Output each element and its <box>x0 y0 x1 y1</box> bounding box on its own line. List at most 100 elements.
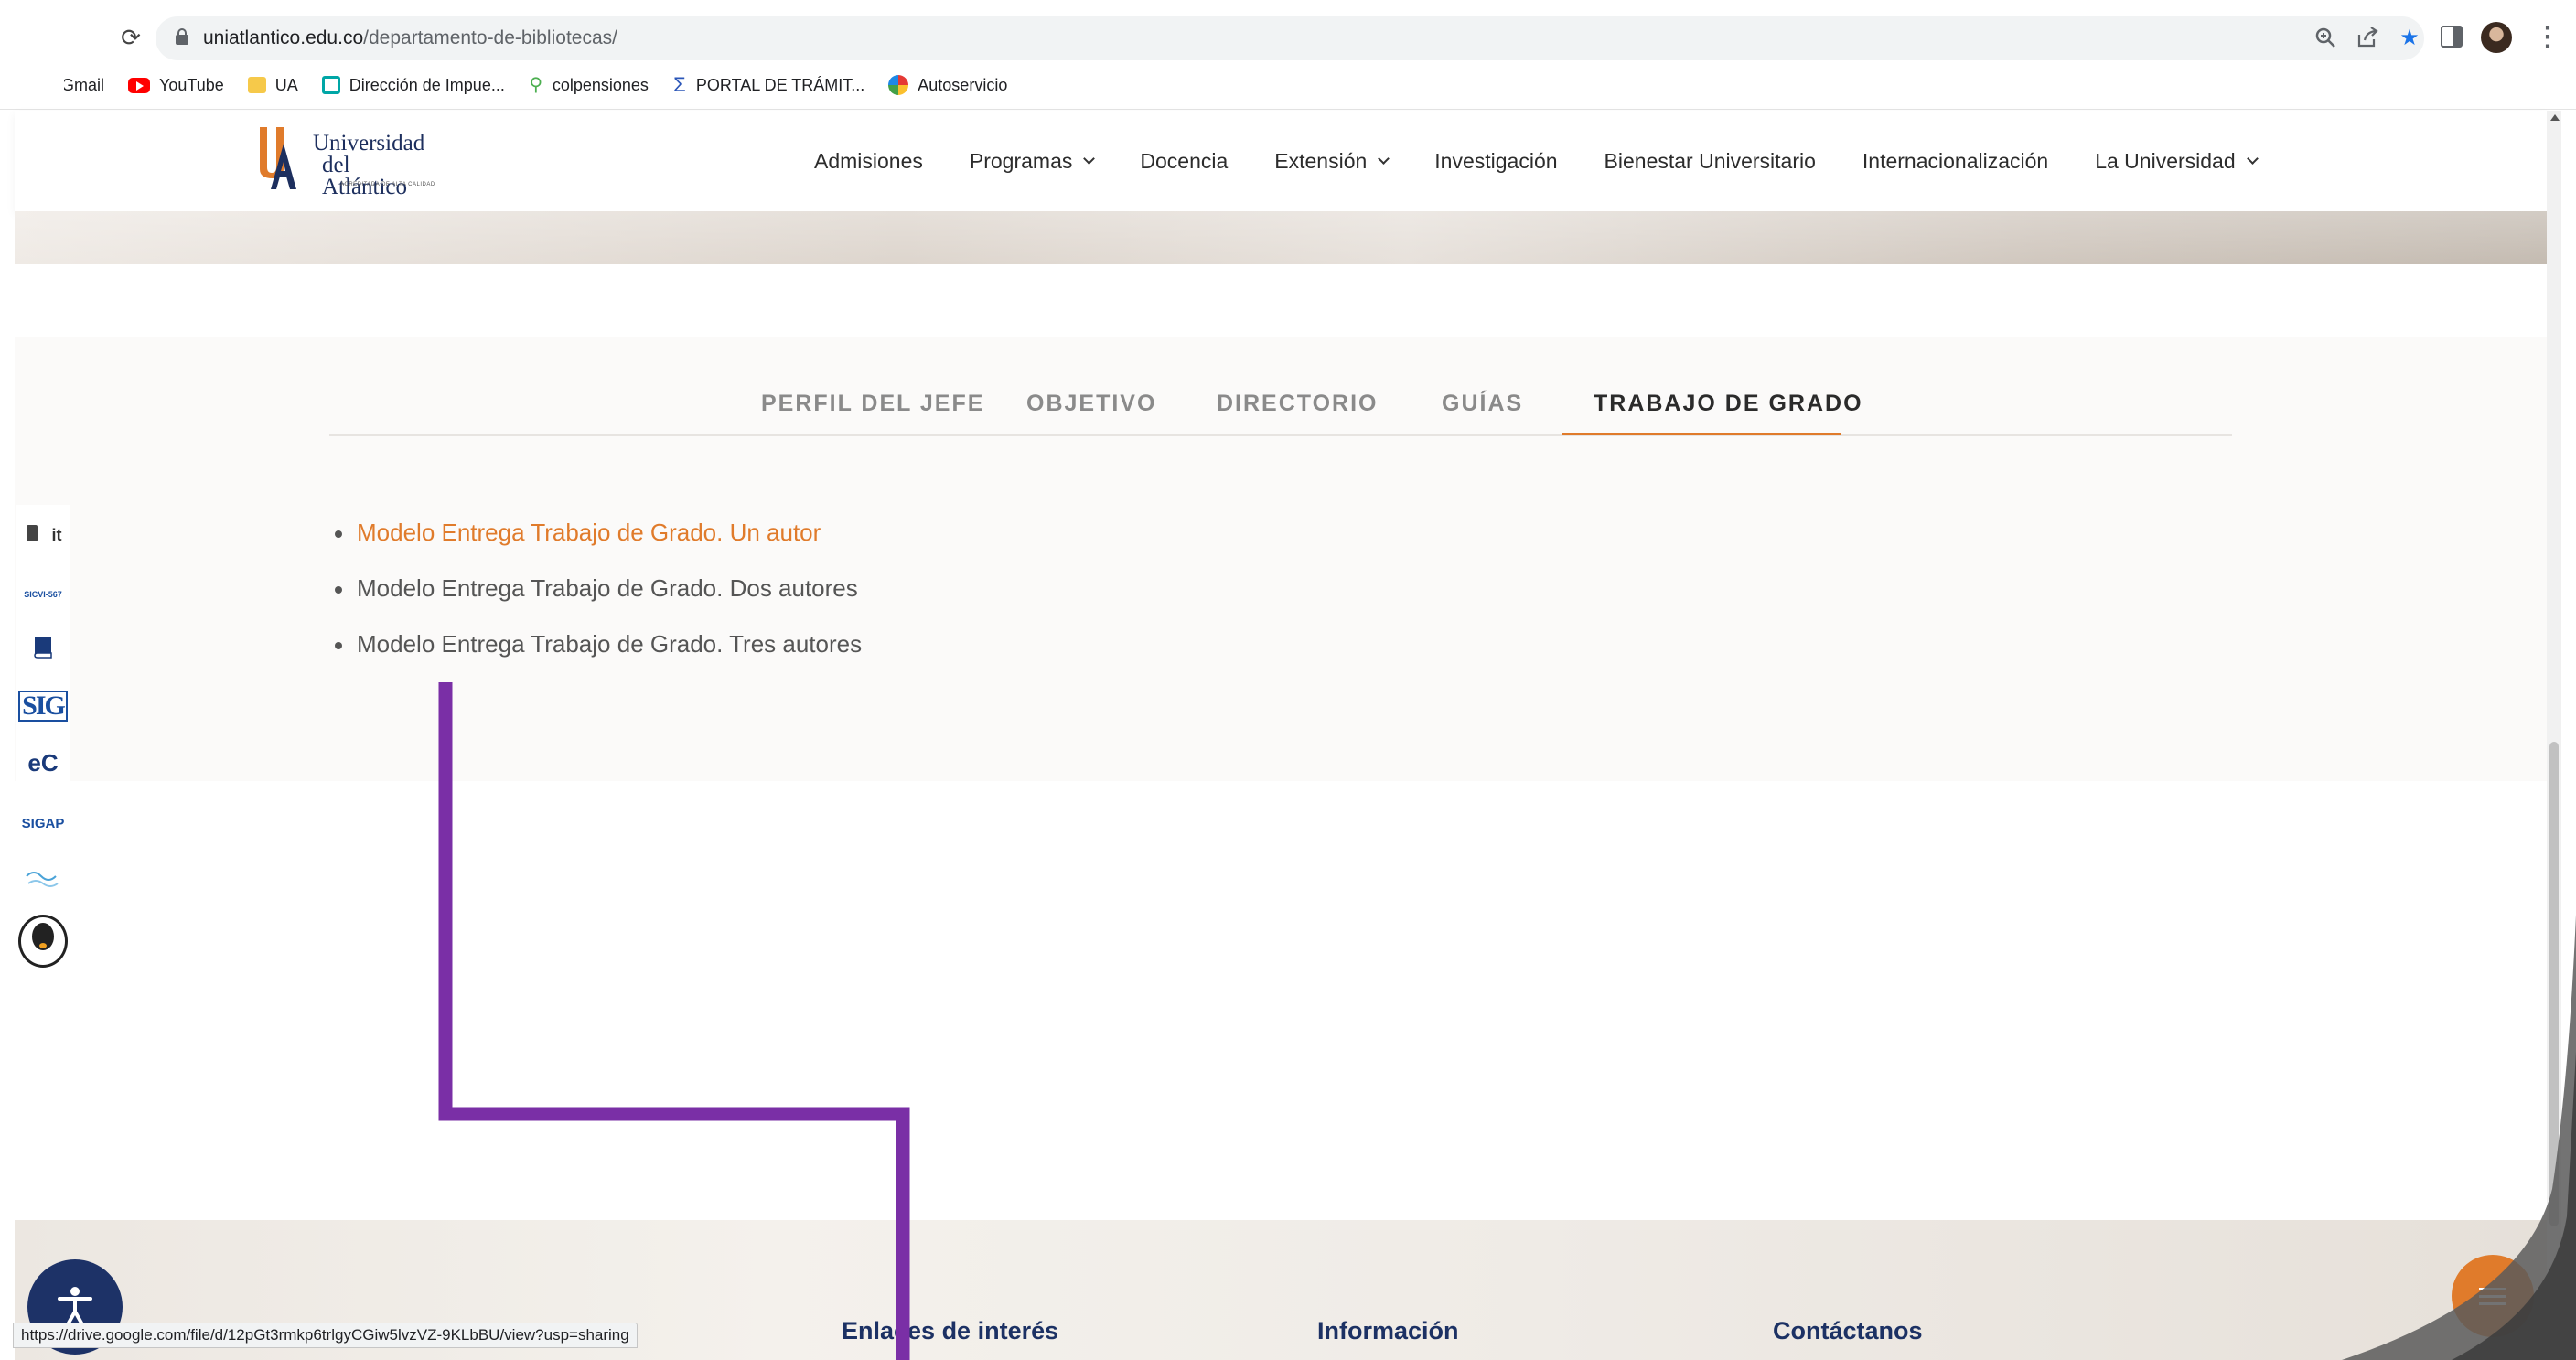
menu-lines-icon <box>2479 1294 2506 1298</box>
list-item: Modelo Entrega Trabajo de Grado. Un auto… <box>335 519 862 574</box>
bookmark-autoservicio[interactable]: Autoservicio <box>888 75 1007 95</box>
screenshot-root: ⟳ uniatlantico.edu.co/departamento-de-bi… <box>0 0 2576 1360</box>
side-panel-icon[interactable] <box>2441 26 2463 48</box>
nav-docencia[interactable]: Docencia <box>1140 149 1228 174</box>
moodle-icon[interactable]: it <box>22 505 64 565</box>
bookmark-gmail[interactable]: Gmail <box>64 76 104 95</box>
nav-label: La Universidad <box>2095 148 2236 173</box>
browser-toolbar: ⟳ uniatlantico.edu.co/departamento-de-bi… <box>0 0 2576 110</box>
sigma-icon: Σ <box>673 73 686 96</box>
penguin-icon[interactable] <box>18 915 68 968</box>
footer-heading-informacion: Información <box>1317 1317 1459 1344</box>
nav-bienestar[interactable]: Bienestar Universitario <box>1605 149 1816 174</box>
footer-heading-contactanos: Contáctanos <box>1773 1317 1923 1344</box>
side-icon-label: SIGAP <box>21 815 65 831</box>
bookmark-star-icon[interactable]: ★ <box>2397 26 2422 51</box>
sig-icon[interactable]: SIG <box>18 688 68 724</box>
chevron-down-icon <box>1083 153 1096 165</box>
bookmark-label: Autoservicio <box>918 75 1008 94</box>
scroll-up-arrow-icon[interactable] <box>2550 114 2560 121</box>
chat-button[interactable] <box>2452 1255 2534 1337</box>
bookmark-portal[interactable]: Σ PORTAL DE TRÁMIT... <box>672 75 864 95</box>
side-icon-label: SIG <box>18 691 68 722</box>
colpensiones-icon: ⚲ <box>529 75 543 95</box>
side-icon-label: eC <box>27 748 59 776</box>
list-item: Modelo Entrega Trabajo de Grado. Dos aut… <box>335 574 862 630</box>
nav-label: Extensión <box>1274 148 1368 173</box>
chevron-down-icon <box>1378 153 1390 165</box>
lock-icon[interactable] <box>176 28 188 45</box>
nav-admisiones[interactable]: Admisiones <box>814 149 923 174</box>
folder-icon <box>247 77 266 93</box>
sicvi-icon[interactable]: SICVI-567 <box>22 576 64 613</box>
document-link-tres-autores[interactable]: Modelo Entrega Trabajo de Grado. Tres au… <box>357 630 862 658</box>
bookmark-label: UA <box>274 75 298 94</box>
nav-internacionalizacion[interactable]: Internacionalización <box>1862 149 2048 174</box>
logo-line-1: Universidad <box>313 131 425 155</box>
scrollbar-thumb[interactable] <box>2549 742 2559 1226</box>
bookmark-colpensiones[interactable]: ⚲ colpensiones <box>529 75 649 95</box>
side-icon-label: SICVI-567 <box>24 590 62 599</box>
nav-label: Investigación <box>1434 148 1558 173</box>
book-icon[interactable] <box>22 629 64 666</box>
url-path: /departamento-de-bibliotecas/ <box>363 27 617 48</box>
reload-icon[interactable]: ⟳ <box>117 24 145 51</box>
nav-investigacion[interactable]: Investigación <box>1434 149 1557 174</box>
nav-label: Internacionalización <box>1862 148 2049 173</box>
logo-tagline: ACREDITADA DE ALTA CALIDAD <box>340 182 435 187</box>
url-text[interactable]: uniatlantico.edu.co/departamento-de-bibl… <box>203 16 617 60</box>
bookmarks-bar: Gmail YouTube UA Dirección de Impue... ⚲… <box>64 70 1007 101</box>
bookmark-dian[interactable]: Dirección de Impue... <box>321 75 505 95</box>
logo-line-2: del Atlántico <box>322 153 408 199</box>
wave-icon[interactable] <box>22 862 64 898</box>
bookmark-youtube[interactable]: YouTube <box>128 76 224 95</box>
nav-la-universidad[interactable]: La Universidad <box>2095 148 2259 174</box>
document-link-un-autor[interactable]: Modelo Entrega Trabajo de Grado. Un auto… <box>357 519 821 546</box>
tab-directorio[interactable]: DIRECTORIO <box>1217 391 1379 417</box>
profile-avatar[interactable] <box>2481 22 2512 53</box>
bookmark-label: Dirección de Impue... <box>349 75 505 94</box>
hero-banner-bottom <box>15 211 2547 264</box>
nav-label: Admisiones <box>814 148 923 173</box>
chevron-down-icon <box>2246 153 2259 165</box>
bookmark-label: PORTAL DE TRÁMIT... <box>695 75 865 94</box>
site-header: Universidad del Atlántico ACREDITADA DE … <box>15 111 2547 211</box>
active-tab-indicator <box>1562 433 1841 435</box>
section-spacer <box>15 264 2547 337</box>
tab-trabajo-de-grado[interactable]: TRABAJO DE GRADO <box>1594 391 1863 417</box>
bookmark-ua[interactable]: UA <box>247 75 298 95</box>
share-icon[interactable] <box>2355 26 2380 51</box>
link-status-bar: https://drive.google.com/file/d/12pGt3rm… <box>13 1323 638 1348</box>
address-bar[interactable]: uniatlantico.edu.co/departamento-de-bibl… <box>156 16 2424 60</box>
autoservicio-icon <box>888 75 909 95</box>
nav-label: Bienestar Universitario <box>1604 148 1816 173</box>
library-tabs-section: PERFIL DEL JEFE OBJETIVO DIRECTORIO GUÍA… <box>15 337 2547 781</box>
logo-text: Universidad del Atlántico <box>313 131 439 199</box>
side-icon-label: it <box>51 525 62 544</box>
zoom-icon[interactable] <box>2313 26 2338 51</box>
dian-icon <box>321 76 340 94</box>
bookmark-label: Gmail <box>64 75 104 94</box>
ua-logo-icon <box>260 127 296 189</box>
quick-links-sidebar: it SICVI-567 SIG eC SIGAP <box>16 505 70 971</box>
page-scrollbar[interactable] <box>2547 111 2561 1360</box>
document-list: Modelo Entrega Trabajo de Grado. Un auto… <box>335 519 862 686</box>
youtube-icon <box>128 77 150 93</box>
nav-programas[interactable]: Programas <box>969 148 1096 174</box>
econtinua-icon[interactable]: eC <box>22 744 64 781</box>
main-navigation: Admisiones Programas Docencia Extensión … <box>814 111 2259 211</box>
document-link-dos-autores[interactable]: Modelo Entrega Trabajo de Grado. Dos aut… <box>357 574 858 602</box>
nav-extension[interactable]: Extensión <box>1274 148 1390 174</box>
tab-guias[interactable]: GUÍAS <box>1442 391 1523 417</box>
university-logo[interactable]: Universidad del Atlántico ACREDITADA DE … <box>256 127 439 198</box>
browser-menu-icon[interactable]: ⋮ <box>2534 24 2561 53</box>
tab-objetivo[interactable]: OBJETIVO <box>1026 391 1156 417</box>
tab-perfil-del-jefe[interactable]: PERFIL DEL JEFE <box>761 391 984 417</box>
content-blank-area <box>15 781 2547 1220</box>
footer-heading-enlaces: Enlaces de interés <box>842 1317 1059 1344</box>
sigap-icon[interactable]: SIGAP <box>21 805 65 841</box>
tab-bar: PERFIL DEL JEFE OBJETIVO DIRECTORIO GUÍA… <box>329 337 2232 436</box>
list-item: Modelo Entrega Trabajo de Grado. Tres au… <box>335 630 862 686</box>
bookmark-label: YouTube <box>159 75 224 94</box>
nav-label: Programas <box>969 148 1073 173</box>
